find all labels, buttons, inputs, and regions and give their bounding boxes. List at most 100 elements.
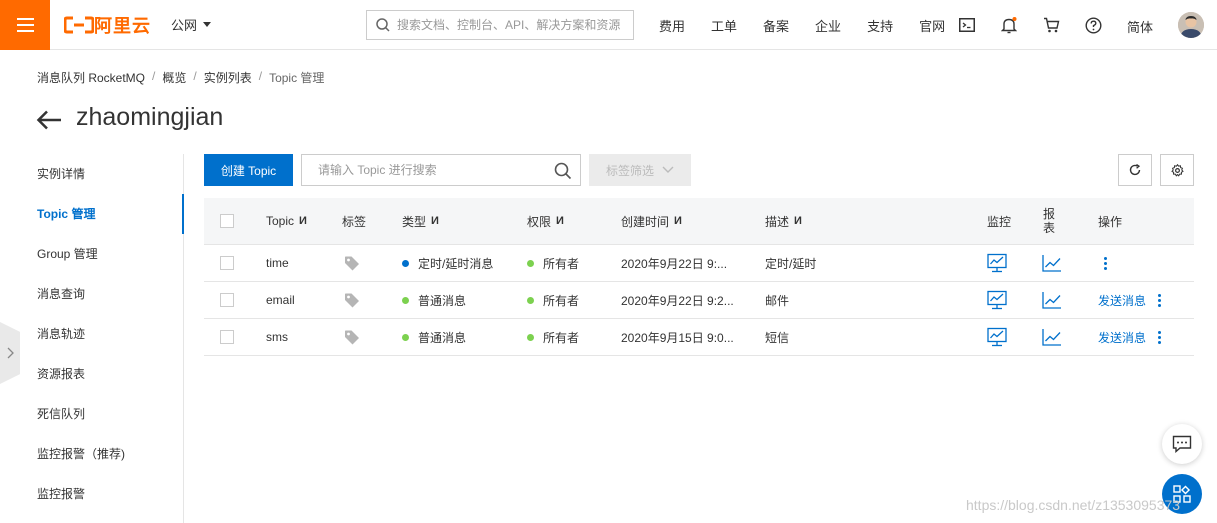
tag-icon[interactable] xyxy=(344,245,360,281)
report-icon[interactable] xyxy=(1042,282,1062,318)
top-navbar: 阿里云 公网 费用 工单 备案 企业 支持 官网 简体 xyxy=(0,0,1217,50)
header-created: 创建时间 И xyxy=(621,198,682,244)
more-actions-icon[interactable] xyxy=(1154,329,1164,345)
cell-type: 定时/延时消息 xyxy=(402,245,493,281)
topic-search-input[interactable] xyxy=(318,163,550,177)
breadcrumb-separator: / xyxy=(258,69,263,83)
permission-dot xyxy=(527,296,534,304)
send-message-link[interactable]: 发送消息 xyxy=(1098,329,1146,346)
global-search[interactable] xyxy=(366,10,634,40)
nav-official-site[interactable]: 官网 xyxy=(919,16,945,35)
create-topic-button[interactable]: 创建 Topic xyxy=(204,154,293,186)
brand-logo[interactable]: 阿里云 xyxy=(64,12,151,38)
select-all-checkbox[interactable] xyxy=(220,214,234,228)
row-checkbox[interactable] xyxy=(220,330,234,344)
tag-filter-button[interactable]: 标签筛选 xyxy=(589,154,691,186)
nav-icp[interactable]: 备案 xyxy=(763,16,789,35)
breadcrumb-overview[interactable]: 概览 xyxy=(162,69,186,86)
settings-button[interactable] xyxy=(1160,154,1194,186)
sidebar-item-topic-management[interactable]: Topic 管理 xyxy=(0,194,184,234)
tag-filter-label: 标签筛选 xyxy=(605,163,654,178)
nav-enterprise[interactable]: 企业 xyxy=(815,16,841,35)
region-label: 公网 xyxy=(171,18,198,33)
sidebar-item-instance-details[interactable]: 实例详情 xyxy=(0,154,183,194)
header-description-label: 描述 xyxy=(765,214,790,229)
region-selector[interactable]: 公网 xyxy=(171,15,212,34)
permission-dot xyxy=(527,333,534,341)
chevron-down-icon xyxy=(662,166,674,173)
header-type-label: 类型 xyxy=(402,214,427,229)
help-icon[interactable] xyxy=(1084,16,1102,34)
tag-icon[interactable] xyxy=(344,319,360,355)
report-icon[interactable] xyxy=(1042,245,1062,281)
breadcrumb: 消息队列 RocketMQ / 概览 / 实例列表 / Topic 管理 xyxy=(37,69,324,86)
cell-description: 短信 xyxy=(765,330,790,345)
search-icon xyxy=(376,18,390,32)
search-icon[interactable] xyxy=(554,162,572,183)
header-tag: 标签 xyxy=(342,214,367,229)
sidebar-collapse-toggle[interactable] xyxy=(0,322,20,384)
chevron-right-icon xyxy=(7,347,14,359)
table-row: email 普通消息 所有者 2020年9月22日 9:2... 邮件 发送消息 xyxy=(204,282,1194,319)
terminal-icon[interactable] xyxy=(958,16,976,34)
bell-icon[interactable] xyxy=(1000,16,1018,34)
avatar[interactable] xyxy=(1178,12,1204,38)
breadcrumb-separator: / xyxy=(152,69,156,83)
back-arrow-icon[interactable] xyxy=(36,109,62,134)
breadcrumb-separator: / xyxy=(193,69,197,83)
cell-description: 定时/延时 xyxy=(765,256,817,271)
cell-type: 普通消息 xyxy=(402,319,466,355)
row-checkbox[interactable] xyxy=(220,293,234,307)
cell-type: 普通消息 xyxy=(402,282,466,318)
page-title: zhaomingjian xyxy=(76,103,224,131)
sidebar-item-group-management[interactable]: Group 管理 xyxy=(0,234,183,274)
report-icon[interactable] xyxy=(1042,319,1062,355)
global-search-input[interactable] xyxy=(397,18,627,32)
nav-fees[interactable]: 费用 xyxy=(659,16,685,35)
row-actions: 发送消息 xyxy=(1098,319,1164,355)
monitor-icon[interactable] xyxy=(987,282,1007,318)
header-report-line1: 报 xyxy=(1043,207,1056,221)
sort-icon[interactable]: И xyxy=(674,215,682,227)
sidebar-item-monitor-alert[interactable]: 监控报警 xyxy=(0,474,183,514)
cell-permission-label: 所有者 xyxy=(543,293,580,308)
feedback-button[interactable] xyxy=(1162,424,1202,464)
cell-created: 2020年9月22日 9:... xyxy=(621,256,728,271)
header-type: 类型 И xyxy=(402,198,439,244)
sidebar-item-dead-letter-queue[interactable]: 死信队列 xyxy=(0,394,183,434)
sort-icon[interactable]: И xyxy=(794,215,802,227)
more-actions-icon[interactable] xyxy=(1154,292,1164,308)
cart-icon[interactable] xyxy=(1042,16,1060,34)
caret-down-icon xyxy=(203,22,212,27)
breadcrumb-instance-list[interactable]: 实例列表 xyxy=(204,69,252,86)
send-message-link[interactable]: 发送消息 xyxy=(1098,292,1146,309)
row-checkbox[interactable] xyxy=(220,256,234,270)
breadcrumb-rocketmq[interactable]: 消息队列 RocketMQ xyxy=(37,69,145,86)
header-permission-label: 权限 xyxy=(527,214,552,229)
refresh-button[interactable] xyxy=(1118,154,1152,186)
cell-description: 邮件 xyxy=(765,293,790,308)
sidebar: 实例详情 Topic 管理 Group 管理 消息查询 消息轨迹 资源报表 死信… xyxy=(0,154,184,523)
language-switch[interactable]: 简体 xyxy=(1127,17,1153,36)
monitor-icon[interactable] xyxy=(987,319,1007,355)
cell-permission: 所有者 xyxy=(527,319,579,355)
tag-icon[interactable] xyxy=(344,282,360,318)
row-checkbox-cell xyxy=(220,319,234,355)
more-actions-icon[interactable] xyxy=(1100,255,1110,271)
nav-tickets[interactable]: 工单 xyxy=(711,16,737,35)
menu-button[interactable] xyxy=(0,0,50,50)
sort-icon[interactable]: И xyxy=(431,215,439,227)
header-checkbox-cell xyxy=(220,198,234,244)
type-dot xyxy=(402,296,409,304)
monitor-icon[interactable] xyxy=(987,245,1007,281)
header-operations: 操作 xyxy=(1098,214,1123,229)
sort-icon[interactable]: И xyxy=(556,215,564,227)
sidebar-item-monitor-alert-recommended[interactable]: 监控报警（推荐) xyxy=(0,434,183,474)
nav-support[interactable]: 支持 xyxy=(867,16,893,35)
sidebar-item-message-query[interactable]: 消息查询 xyxy=(0,274,183,314)
aliyun-logo-icon xyxy=(64,16,94,33)
sort-icon[interactable]: И xyxy=(299,215,307,227)
sidebar-item-resource-report[interactable]: 资源报表 xyxy=(0,354,183,394)
sidebar-item-message-trace[interactable]: 消息轨迹 xyxy=(0,314,183,354)
row-checkbox-cell xyxy=(220,245,234,281)
